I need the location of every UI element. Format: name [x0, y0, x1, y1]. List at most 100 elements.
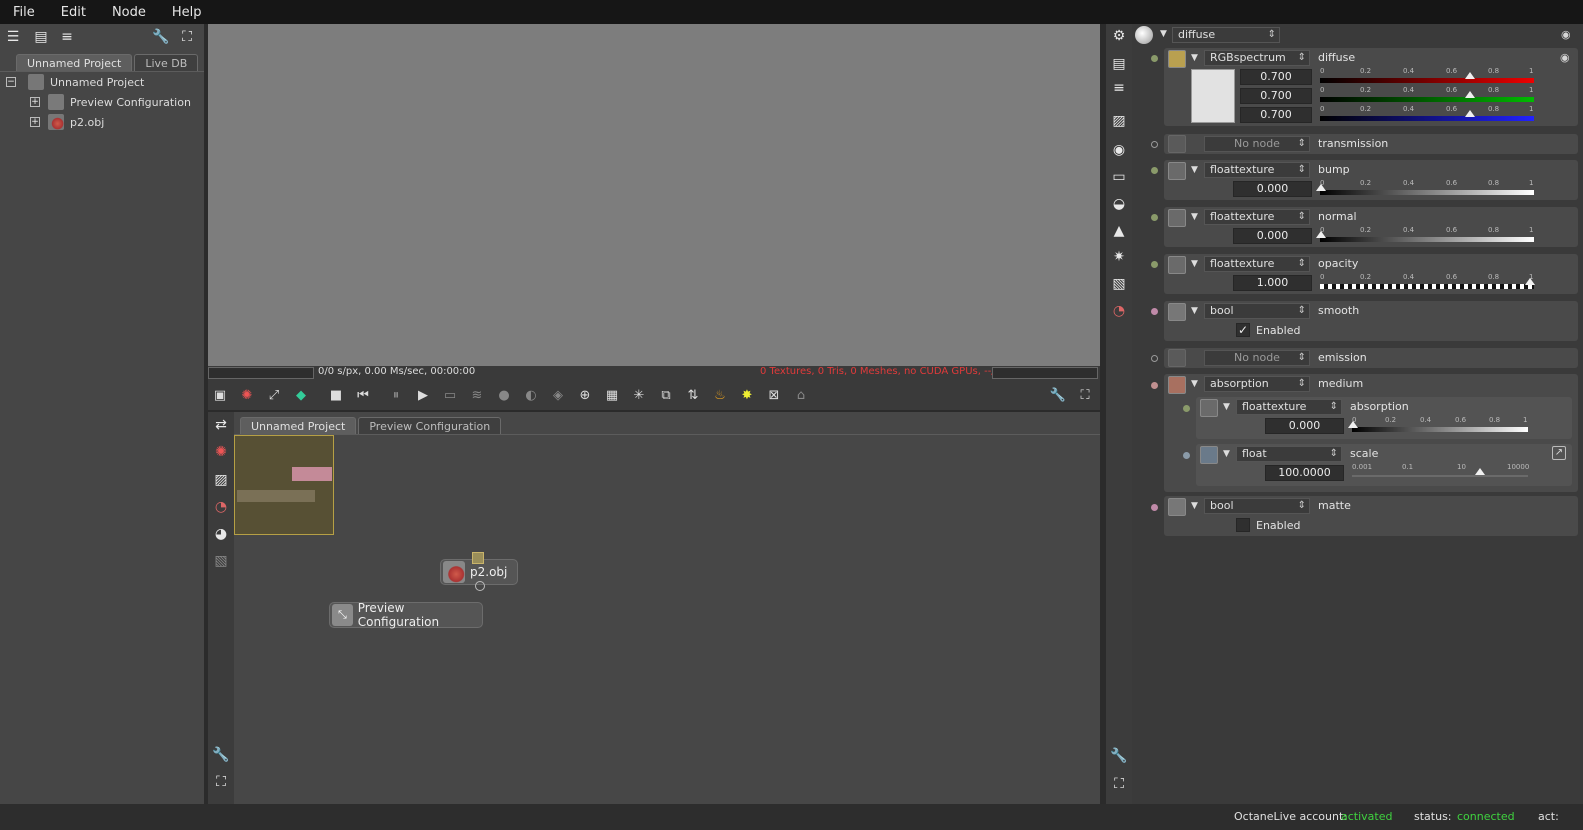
af-icon[interactable]: ≋: [465, 384, 489, 406]
graph-minimap[interactable]: [234, 435, 334, 535]
layers-icon[interactable]: ▤: [31, 27, 51, 47]
pin-dot[interactable]: [1151, 355, 1158, 362]
maximize-icon[interactable]: ⛶: [211, 772, 231, 792]
camera-icon[interactable]: ◐: [519, 384, 543, 406]
collapse-icon[interactable]: ▼: [1191, 165, 1198, 175]
picture-icon[interactable]: ▲: [1109, 221, 1129, 241]
menu-edit[interactable]: Edit: [48, 5, 99, 20]
stack-icon[interactable]: ≡: [1109, 78, 1129, 98]
tab-unnamed-project[interactable]: Unnamed Project: [16, 54, 133, 71]
slider-knob[interactable]: [1316, 231, 1326, 238]
node-graph-editor[interactable]: ⇄ ✺ ▨ ◔ ◕ ▧ 🔧 ⛶ Unnamed Project Preview …: [208, 412, 1100, 804]
collapse-icon[interactable]: −: [6, 77, 16, 87]
menu-help[interactable]: Help: [159, 5, 215, 20]
collapse-icon[interactable]: ▼: [1223, 449, 1230, 459]
lamp-icon[interactable]: ♨: [708, 384, 732, 406]
play-icon[interactable]: ▶: [411, 384, 435, 406]
slider-knob[interactable]: [1348, 421, 1358, 428]
collapse-icon[interactable]: ▼: [1191, 53, 1198, 63]
tree-root[interactable]: − Unnamed Project: [6, 72, 202, 92]
settings-icon[interactable]: ⚙: [1109, 26, 1129, 46]
texture-icon[interactable]: ▧: [211, 551, 231, 571]
slider-knob[interactable]: [1525, 278, 1535, 285]
tab-unnamed-project[interactable]: Unnamed Project: [240, 417, 357, 434]
wrench-icon[interactable]: 🔧: [1046, 384, 1070, 406]
burst-icon[interactable]: ✸: [735, 384, 759, 406]
stop-icon[interactable]: ■: [324, 384, 348, 406]
collapse-icon[interactable]: ▼: [1223, 402, 1230, 412]
tree-item-preview[interactable]: + Preview Configuration: [6, 92, 202, 112]
pin-dot[interactable]: [1151, 382, 1158, 389]
reset-icon[interactable]: ✺: [235, 384, 259, 406]
slider-knob[interactable]: [1475, 468, 1485, 475]
copy-icon[interactable]: ⧉: [654, 384, 678, 406]
blue-value[interactable]: 0.700: [1240, 107, 1312, 123]
absorption-type-select[interactable]: floattexture: [1236, 399, 1342, 415]
opacity-slider[interactable]: 0 0.2 0.4 0.6 0.8 1: [1320, 273, 1535, 290]
eye-icon[interactable]: ◉: [1561, 28, 1571, 41]
stack-icon[interactable]: ≡: [57, 27, 77, 47]
blue-slider[interactable]: 0 0.2 0.4 0.6 0.8 1: [1320, 105, 1534, 122]
bump-value[interactable]: 0.000: [1233, 181, 1312, 197]
wrench-icon[interactable]: 🔧: [1109, 746, 1129, 766]
menu-file[interactable]: File: [0, 5, 48, 20]
slider-knob[interactable]: [1316, 184, 1326, 191]
expand-icon[interactable]: +: [30, 117, 40, 127]
wrench-icon[interactable]: 🔧: [151, 27, 171, 47]
pin-dot[interactable]: [1151, 141, 1158, 148]
tree-item-obj[interactable]: + p2.obj: [6, 112, 202, 132]
output-pin[interactable]: [475, 581, 485, 591]
absorption-slider[interactable]: 0 0.2 0.4 0.6 0.8 1: [1348, 416, 1528, 433]
environment-icon[interactable]: ◒: [1109, 194, 1129, 214]
pin-dot[interactable]: [1151, 504, 1158, 511]
rearrange-icon[interactable]: ⇄: [211, 415, 231, 435]
slider-knob[interactable]: [1465, 110, 1475, 117]
normal-value[interactable]: 0.000: [1233, 228, 1312, 244]
opacity-type-select[interactable]: floattexture: [1204, 256, 1310, 272]
green-value[interactable]: 0.700: [1240, 88, 1312, 104]
pin-dot[interactable]: [1151, 55, 1158, 62]
scale-slider[interactable]: 0.001 0.1 10 10000: [1352, 463, 1529, 480]
render-viewport[interactable]: [208, 24, 1100, 366]
tab-live-db[interactable]: Live DB: [134, 54, 199, 71]
scale-type-select[interactable]: float: [1236, 446, 1342, 462]
green-slider[interactable]: 0 0.2 0.4 0.6 0.8 1: [1320, 86, 1534, 103]
collapse-icon[interactable]: ▼: [1191, 259, 1198, 269]
maximize-icon[interactable]: ⛶: [1073, 384, 1097, 406]
absorption-value[interactable]: 0.000: [1265, 418, 1344, 434]
matte-checkbox[interactable]: [1236, 518, 1250, 532]
collapse-icon[interactable]: ▼: [1191, 212, 1198, 222]
pin-dot[interactable]: [1183, 452, 1190, 459]
sun-icon[interactable]: ✳: [627, 384, 651, 406]
collapse-icon[interactable]: ▼: [1191, 501, 1198, 511]
expand-icon[interactable]: +: [30, 97, 40, 107]
maximize-icon[interactable]: ⛶: [177, 27, 197, 47]
menu-node[interactable]: Node: [99, 5, 159, 20]
checker-icon[interactable]: ▦: [600, 384, 624, 406]
eye-icon[interactable]: ◉: [1560, 51, 1570, 64]
pin-dot[interactable]: [1151, 214, 1158, 221]
slider-knob[interactable]: [1465, 72, 1475, 79]
diffuse-type-select[interactable]: RGBspectrum: [1204, 50, 1310, 66]
zoom-fit-icon[interactable]: ⤢: [262, 384, 286, 406]
pin-dot[interactable]: [1151, 308, 1158, 315]
cube-icon[interactable]: ◆: [289, 384, 313, 406]
smooth-checkbox[interactable]: ✓: [1236, 323, 1250, 337]
image-icon[interactable]: ▨: [1109, 111, 1129, 131]
layers-icon[interactable]: ▤: [1109, 54, 1129, 74]
camera-icon[interactable]: ◉: [1109, 140, 1129, 160]
transmission-type-select[interactable]: No node: [1204, 136, 1310, 152]
collapse-icon[interactable]: ▼: [1160, 29, 1167, 39]
mesh-icon[interactable]: ◔: [1109, 301, 1129, 321]
opacity-value[interactable]: 1.000: [1233, 275, 1312, 291]
collapse-icon[interactable]: ▼: [1191, 379, 1198, 389]
texture-icon[interactable]: ▧: [1109, 274, 1129, 294]
color-picker-icon[interactable]: ●: [492, 384, 516, 406]
pin-dot[interactable]: [1151, 167, 1158, 174]
mesh-icon[interactable]: ◔: [211, 497, 231, 517]
normal-slider[interactable]: 0 0.2 0.4 0.6 0.8 1: [1316, 226, 1534, 243]
tab-preview-configuration[interactable]: Preview Configuration: [358, 417, 502, 434]
restart-icon[interactable]: ⏮: [351, 384, 375, 406]
color-swatch[interactable]: [1191, 69, 1235, 123]
focus-icon[interactable]: ◈: [546, 384, 570, 406]
